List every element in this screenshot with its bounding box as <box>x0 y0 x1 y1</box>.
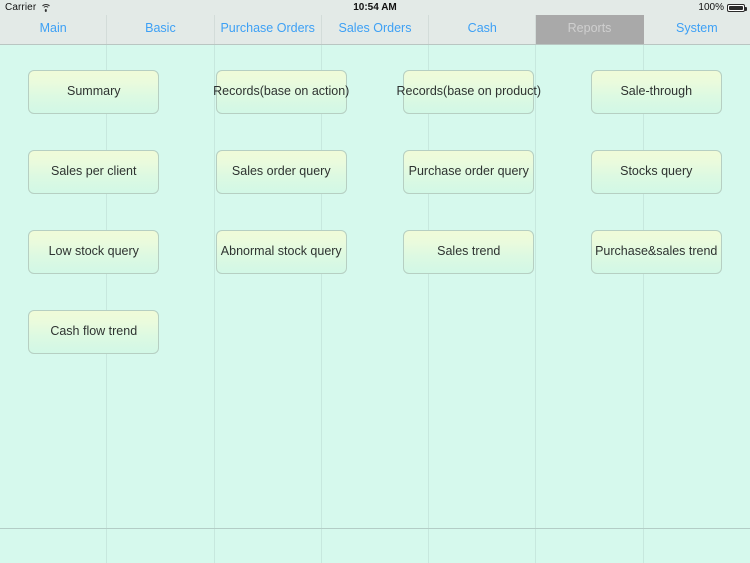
wifi-icon <box>40 3 52 12</box>
battery-percent-label: 100% <box>698 2 724 13</box>
report-button-sale-through[interactable]: Sale-through <box>590 70 722 114</box>
ios-status-bar: Carrier 10:54 AM 100% <box>0 0 750 15</box>
tab-label: Reports <box>567 21 612 35</box>
grid-cell: Cash flow trend <box>0 310 188 390</box>
report-button-low-stock-query[interactable]: Low stock query <box>28 230 160 274</box>
grid-cell-empty <box>188 310 376 390</box>
grid-cell: Purchase order query <box>375 150 563 230</box>
tab-label: Cash <box>467 21 497 35</box>
status-bar-left: Carrier <box>0 2 52 13</box>
reports-content-area: Summary Records(base on action) Records(… <box>0 45 750 563</box>
report-button-sales-per-client[interactable]: Sales per client <box>28 150 160 194</box>
report-button-records-base-on-product[interactable]: Records(base on product) <box>396 70 541 114</box>
app-root: Summary Records(base on action) Records(… <box>0 0 750 563</box>
status-bar-clock: 10:54 AM <box>353 2 397 13</box>
carrier-label: Carrier <box>5 2 37 13</box>
tab-label: Sales Orders <box>338 21 412 35</box>
grid-cell-empty <box>375 310 563 390</box>
report-button-records-base-on-action[interactable]: Records(base on action) <box>213 70 349 114</box>
report-button-stocks-query[interactable]: Stocks query <box>590 150 722 194</box>
grid-cell: Summary <box>0 70 188 150</box>
report-button-abnormal-stock-query[interactable]: Abnormal stock query <box>215 230 347 274</box>
grid-cell-empty <box>563 310 750 390</box>
tab-label: Purchase Orders <box>220 21 315 35</box>
report-button-summary[interactable]: Summary <box>28 70 160 114</box>
report-button-sales-trend[interactable]: Sales trend <box>403 230 535 274</box>
button-row: Sales per client Sales order query Purch… <box>0 150 750 230</box>
grid-cell: Low stock query <box>0 230 188 310</box>
grid-cell: Purchase&sales trend <box>563 230 750 310</box>
grid-cell: Stocks query <box>563 150 750 230</box>
grid-cell: Sales trend <box>375 230 563 310</box>
tab-label: System <box>675 21 718 35</box>
reports-button-grid: Summary Records(base on action) Records(… <box>0 45 750 390</box>
battery-icon <box>727 3 747 12</box>
grid-cell: Records(base on action) <box>188 70 376 150</box>
tab-label: Basic <box>145 21 176 35</box>
report-button-purchase-order-query[interactable]: Purchase order query <box>403 150 535 194</box>
tab-label: Main <box>39 21 67 35</box>
report-button-purchase-and-sales-trend[interactable]: Purchase&sales trend <box>590 230 722 274</box>
status-bar-right: 100% <box>698 2 747 13</box>
grid-cell: Sales per client <box>0 150 188 230</box>
horizontal-separator <box>0 528 750 529</box>
report-button-cash-flow-trend[interactable]: Cash flow trend <box>28 310 160 354</box>
button-row: Low stock query Abnormal stock query Sal… <box>0 230 750 310</box>
grid-cell: Records(base on product) <box>375 70 563 150</box>
report-button-sales-order-query[interactable]: Sales order query <box>215 150 347 194</box>
grid-cell: Abnormal stock query <box>188 230 376 310</box>
button-row: Cash flow trend <box>0 310 750 390</box>
button-row: Summary Records(base on action) Records(… <box>0 70 750 150</box>
grid-cell: Sales order query <box>188 150 376 230</box>
grid-cell: Sale-through <box>563 70 750 150</box>
